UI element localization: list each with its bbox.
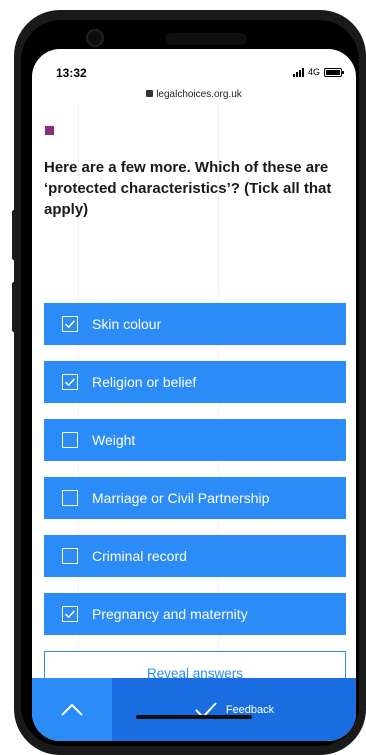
option-pregnancy-and-maternity[interactable]: Pregnancy and maternity bbox=[44, 593, 346, 635]
volume-button bbox=[12, 282, 17, 332]
speaker-grille bbox=[165, 33, 247, 45]
status-time: 13:32 bbox=[56, 66, 87, 80]
option-label: Marriage or Civil Partnership bbox=[92, 490, 270, 506]
feedback-label: Feedback bbox=[225, 703, 275, 716]
option-marriage-or-civil-partnership[interactable]: Marriage or Civil Partnership bbox=[44, 477, 346, 519]
page-content: Here are a few more. Which of these are … bbox=[32, 105, 356, 695]
option-criminal-record[interactable]: Criminal record bbox=[44, 535, 346, 577]
home-indicator[interactable] bbox=[136, 715, 252, 719]
phone-screen: 13:32 4G legalchoices.org.uk Here are a … bbox=[32, 49, 356, 741]
status-indicators: 4G bbox=[292, 67, 344, 77]
option-religion-or-belief[interactable]: Religion or belief bbox=[44, 361, 346, 403]
question-text: Here are a few more. Which of these are … bbox=[44, 159, 332, 218]
chevron-up-icon bbox=[61, 703, 83, 716]
address-bar[interactable]: legalchoices.org.uk bbox=[32, 89, 356, 100]
checkbox-icon[interactable] bbox=[62, 432, 78, 448]
option-label: Criminal record bbox=[92, 548, 187, 564]
checkbox-icon[interactable] bbox=[62, 548, 78, 564]
option-weight[interactable]: Weight bbox=[44, 419, 346, 461]
checkbox-icon[interactable] bbox=[62, 490, 78, 506]
volume-button bbox=[12, 210, 17, 260]
square-icon bbox=[45, 126, 54, 135]
checkbox-icon[interactable] bbox=[62, 606, 78, 622]
network-type: 4G bbox=[307, 67, 320, 77]
option-label: Pregnancy and maternity bbox=[92, 606, 248, 622]
signal-icon bbox=[292, 67, 304, 77]
camera-icon bbox=[86, 29, 104, 47]
option-label: Weight bbox=[92, 432, 136, 448]
scroll-up-button[interactable] bbox=[32, 678, 112, 741]
lock-icon bbox=[146, 90, 154, 97]
checkbox-icon[interactable] bbox=[62, 316, 78, 332]
option-label: Skin colour bbox=[92, 316, 162, 332]
status-bar: 13:32 4G bbox=[32, 49, 356, 89]
feedback-button[interactable]: Feedback bbox=[112, 678, 356, 741]
option-label: Religion or belief bbox=[92, 374, 197, 390]
checkbox-icon[interactable] bbox=[62, 374, 78, 390]
url-text: legalchoices.org.uk bbox=[156, 89, 242, 100]
battery-icon bbox=[324, 67, 344, 77]
option-skin-colour[interactable]: Skin colour bbox=[44, 303, 346, 345]
bottom-bar: Feedback bbox=[32, 678, 356, 741]
